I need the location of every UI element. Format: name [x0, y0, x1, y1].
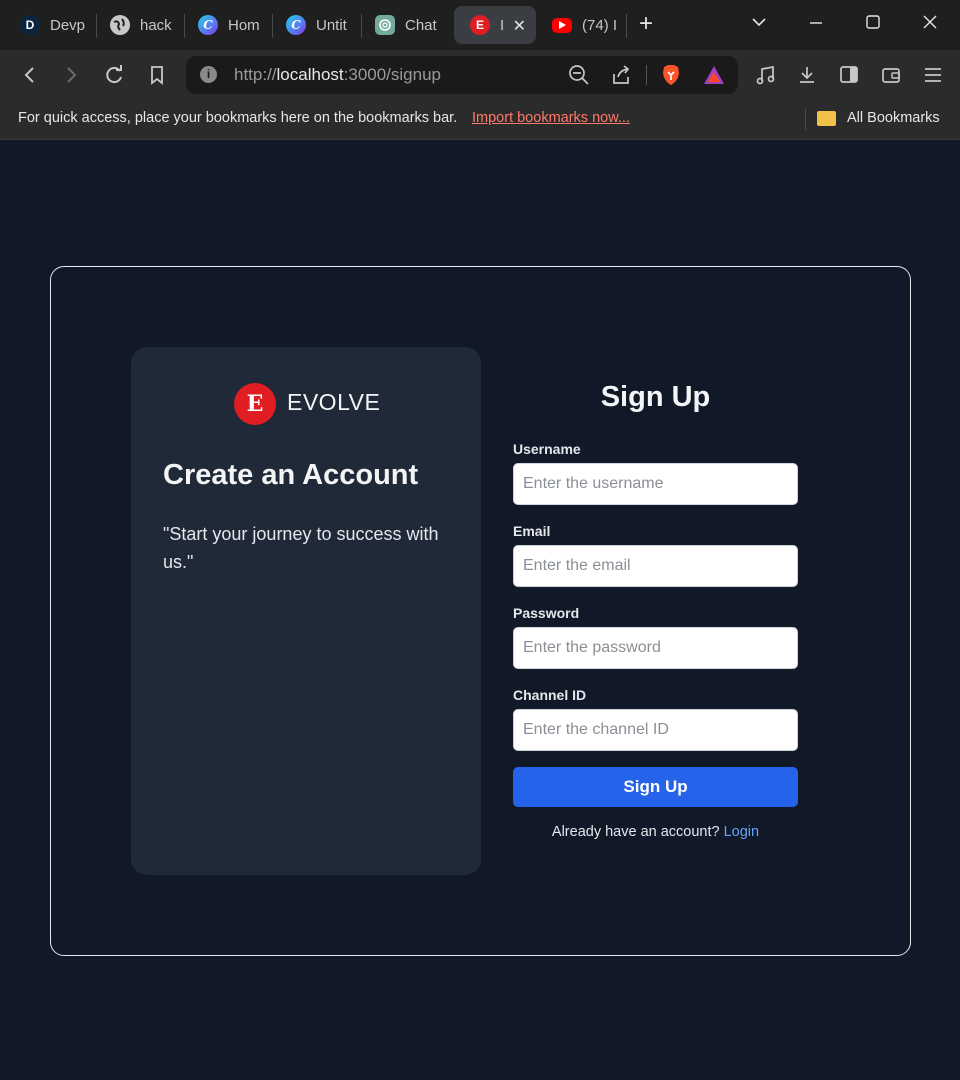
new-tab-button[interactable]: + [639, 12, 653, 36]
tab-label: hack [140, 16, 172, 34]
login-link[interactable]: Login [724, 824, 759, 840]
canva-icon: C [286, 15, 306, 35]
close-window-icon[interactable] [922, 14, 938, 35]
username-input[interactable] [513, 463, 798, 505]
login-prompt-text: Already have an account? [551, 824, 720, 840]
chatgpt-icon [375, 15, 395, 35]
folder-icon [817, 111, 836, 126]
canva-icon: C [198, 15, 218, 35]
tab-label: (74) I [582, 16, 618, 34]
tab-hack[interactable]: hack [94, 6, 182, 44]
reload-icon[interactable] [102, 63, 126, 93]
username-label: Username [513, 441, 581, 457]
tab-canva-home[interactable]: C Hom [182, 6, 270, 44]
login-prompt-row: Already have an account? Login [513, 824, 798, 840]
import-bookmarks-link[interactable]: Import bookmarks now... [472, 110, 630, 126]
tab-label: Hom [228, 16, 260, 34]
sidebar-toggle-icon[interactable] [837, 63, 861, 93]
panel-title: Create an Account [163, 459, 419, 491]
tab-devpost[interactable]: D Devp [4, 6, 92, 44]
devpost-icon: D [20, 15, 40, 35]
channel-id-input[interactable] [513, 709, 798, 751]
tab-label: Chat [405, 16, 437, 34]
forward-icon[interactable] [59, 63, 83, 93]
menu-icon[interactable] [921, 63, 945, 93]
bookmarks-hint: For quick access, place your bookmarks h… [18, 110, 458, 126]
globe-icon [110, 15, 130, 35]
welcome-panel: E EVOLVE Create an Account "Start your j… [131, 347, 481, 875]
panel-quote: "Start your journey to success with us." [163, 524, 439, 572]
tab-label: Untit [316, 16, 347, 34]
zoom-icon[interactable] [568, 64, 590, 91]
site-info-icon[interactable]: i [200, 66, 217, 83]
url-text[interactable]: http://localhost:3000/signup [234, 65, 441, 85]
brave-rewards-icon[interactable] [702, 64, 726, 91]
youtube-icon [552, 17, 572, 33]
channel-id-label: Channel ID [513, 687, 587, 703]
password-label: Password [513, 605, 580, 621]
wallet-icon[interactable] [879, 63, 903, 93]
brand-name: EVOLVE [287, 389, 381, 415]
evolve-icon: E [470, 15, 490, 35]
brave-shields-icon[interactable] [660, 63, 682, 92]
all-bookmarks-button[interactable]: All Bookmarks [847, 110, 940, 126]
tab-separator [626, 14, 627, 38]
tab-label: I [500, 16, 505, 34]
bookmarks-divider [805, 108, 806, 130]
back-icon[interactable] [18, 63, 42, 93]
bookmark-icon[interactable] [145, 63, 169, 93]
sign-up-button[interactable]: Sign Up [513, 767, 798, 807]
tab-label: Devp [50, 16, 86, 34]
tab-canva-untitled[interactable]: C Untit [270, 6, 358, 44]
tab-youtube[interactable]: (74) I [536, 6, 624, 44]
tab-chatgpt[interactable]: Chat [359, 6, 447, 44]
maximize-icon[interactable] [865, 14, 881, 35]
download-icon[interactable] [795, 63, 819, 93]
form-title: Sign Up [600, 381, 711, 413]
bookmarks-bar: For quick access, place your bookmarks h… [0, 100, 960, 140]
evolve-logo-icon: E [234, 383, 276, 425]
tab-search-chevron-icon[interactable] [751, 14, 767, 35]
address-bar[interactable]: i http://localhost:3000/signup [186, 56, 738, 94]
close-tab-icon[interactable]: ✕ [513, 16, 526, 36]
media-music-icon[interactable] [754, 63, 778, 93]
share-icon[interactable] [610, 64, 632, 91]
address-divider [646, 65, 647, 85]
tab-evolve-active[interactable]: E I ✕ [454, 6, 536, 44]
tab-strip: D Devp hack C Hom C Untit Chat E I ✕ (74… [0, 0, 960, 50]
minimize-icon[interactable] [808, 14, 824, 35]
password-input[interactable] [513, 627, 798, 669]
email-input[interactable] [513, 545, 798, 587]
email-label: Email [513, 523, 551, 539]
